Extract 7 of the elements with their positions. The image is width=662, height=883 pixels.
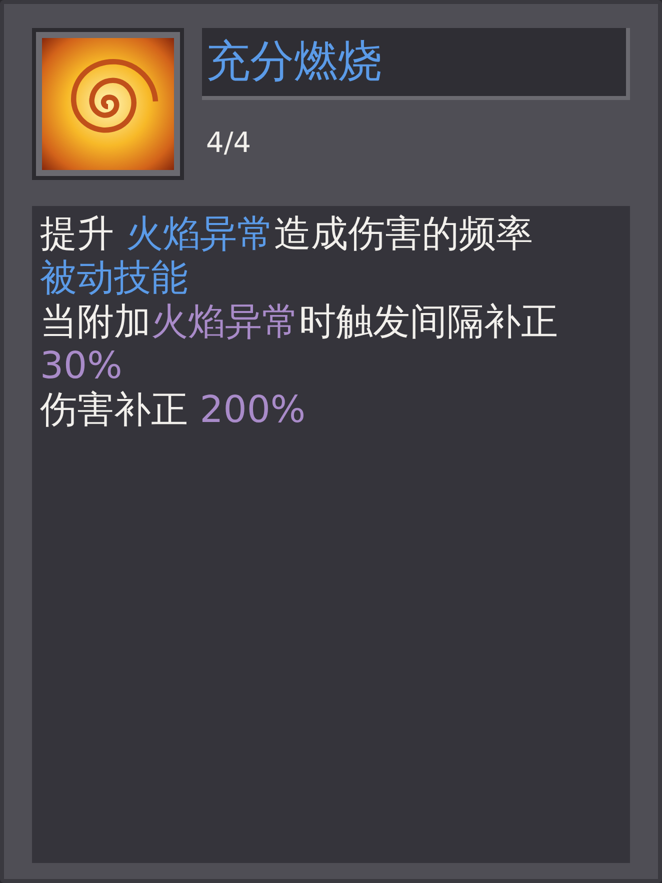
description-line: 当附加火焰异常 时触发间隔补正 30% (40, 300, 559, 388)
description-line: 伤害补正 200% (40, 388, 306, 432)
description-line: 提升 火焰异常造成伤害的频率 (40, 212, 533, 256)
skill-name: 充分燃烧 (206, 40, 382, 84)
fire-swirl-icon (42, 38, 174, 170)
skill-rank: 4/4 (205, 125, 252, 161)
description-line: 被动技能 (40, 256, 188, 300)
